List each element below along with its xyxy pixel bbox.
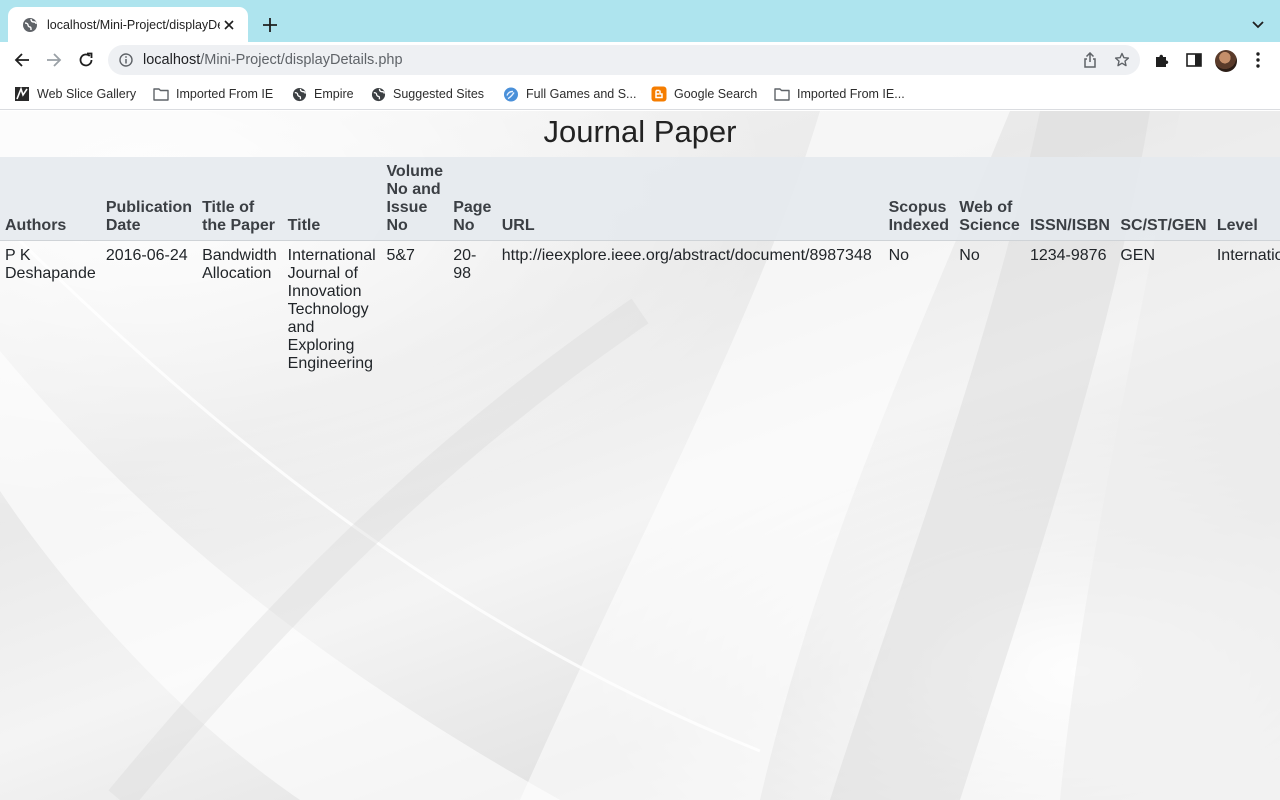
tab-strip: localhost/Mini-Project/displayDetails.ph… (0, 0, 1280, 42)
column-header: ISSN/ISBN (1024, 157, 1116, 241)
column-header: URL (496, 157, 884, 241)
bookmark-suggested-sites[interactable]: Suggested Sites (370, 84, 484, 104)
cell-paper-title: Bandwidth Allocation (202, 247, 277, 282)
close-tab-icon[interactable] (220, 16, 238, 34)
page-viewport[interactable]: Journal Paper Authors Publication Date T… (0, 111, 1280, 800)
bookmark-empire[interactable]: Empire (291, 84, 354, 104)
address-bar[interactable]: localhost/Mini-Project/displayDetails.ph… (108, 45, 1140, 75)
bookmark-label: Suggested Sites (393, 87, 485, 101)
cell-level: International (1216, 247, 1280, 264)
cell-publication-date: 2016-06-24 (105, 247, 188, 264)
bookmark-imported-from-ie-2[interactable]: Imported From IE... (774, 84, 905, 104)
back-arrow-icon[interactable] (8, 46, 36, 74)
bookmarks-bar: Web Slice Gallery Imported From IE Empir… (0, 78, 1280, 110)
column-header: Level (1211, 157, 1280, 241)
column-header: Publication Date (100, 157, 198, 241)
column-header: Web of Science (954, 157, 1025, 241)
blogger-icon (651, 86, 667, 102)
games-icon (503, 86, 519, 102)
bookmark-full-games[interactable]: Full Games and S... (503, 84, 636, 104)
bookmark-label: Empire (314, 87, 354, 101)
globe-icon (22, 17, 38, 33)
page-title: Journal Paper (543, 114, 737, 149)
chevron-down-icon[interactable] (1246, 13, 1270, 37)
bookmark-imported-from-ie[interactable]: Imported From IE (153, 84, 273, 104)
share-icon[interactable] (1080, 50, 1100, 70)
column-header: Scopus Indexed (883, 157, 955, 241)
bookmark-web-slice-gallery[interactable]: Web Slice Gallery (14, 84, 136, 104)
tab-title: localhost/Mini-Project/displayDetails.ph… (47, 17, 220, 32)
bookmark-label: Google Search (674, 87, 758, 101)
cell-category: GEN (1120, 247, 1156, 264)
profile-avatar[interactable] (1215, 50, 1237, 72)
info-icon[interactable] (118, 52, 134, 68)
cell-journal-title: International Journal of Innovation Tech… (287, 247, 376, 372)
column-header: Page No (448, 157, 497, 241)
bookmark-label: Imported From IE (176, 87, 274, 101)
globe-icon (291, 86, 307, 102)
bookmark-label: Imported From IE... (797, 87, 905, 101)
bookmark-google-search[interactable]: Google Search (651, 84, 757, 104)
bookmark-label: Web Slice Gallery (37, 87, 137, 101)
cell-issn-isbn: 1234-9876 (1029, 247, 1107, 264)
table-row: P K Deshapande 2016-06-24 Bandwidth Allo… (0, 241, 1280, 380)
browser-toolbar: localhost/Mini-Project/displayDetails.ph… (0, 42, 1280, 78)
new-tab-plus-icon[interactable] (258, 13, 282, 37)
browser-tab[interactable]: localhost/Mini-Project/displayDetails.ph… (8, 7, 248, 42)
bookmark-label: Full Games and S... (526, 87, 637, 101)
cell-url: http://ieexplore.ieee.org/abstract/docum… (501, 247, 872, 264)
column-header: Authors (0, 157, 101, 241)
url-text: localhost/Mini-Project/displayDetails.ph… (143, 52, 403, 68)
cell-web-of-science: No (959, 247, 980, 264)
url-host: localhost (143, 52, 201, 68)
cell-volume-issue: 5&7 (386, 247, 415, 264)
table-header-row: Authors Publication Date Title of the Pa… (0, 157, 1280, 241)
bookmark-star-icon[interactable] (1112, 50, 1132, 70)
journal-paper-table: Authors Publication Date Title of the Pa… (0, 157, 1280, 379)
globe-icon (370, 86, 386, 102)
cell-scopus-indexed: No (888, 247, 910, 264)
folder-icon (774, 86, 790, 102)
column-header: Volume No and Issue No (381, 157, 449, 241)
column-header: SC/ST/GEN (1115, 157, 1212, 241)
forward-arrow-icon[interactable] (40, 46, 68, 74)
cell-page-no: 20-98 (453, 247, 477, 282)
column-header: Title (282, 157, 382, 241)
more-menu-icon[interactable] (1244, 46, 1272, 74)
column-header: Title of the Paper (197, 157, 283, 241)
reload-icon[interactable] (72, 46, 100, 74)
folder-icon (153, 86, 169, 102)
web-slice-icon (14, 86, 30, 102)
url-path: /Mini-Project/displayDetails.php (200, 52, 403, 68)
extensions-puzzle-icon[interactable] (1148, 46, 1176, 74)
cell-authors: P K Deshapande (5, 247, 96, 282)
side-panel-icon[interactable] (1180, 46, 1208, 74)
